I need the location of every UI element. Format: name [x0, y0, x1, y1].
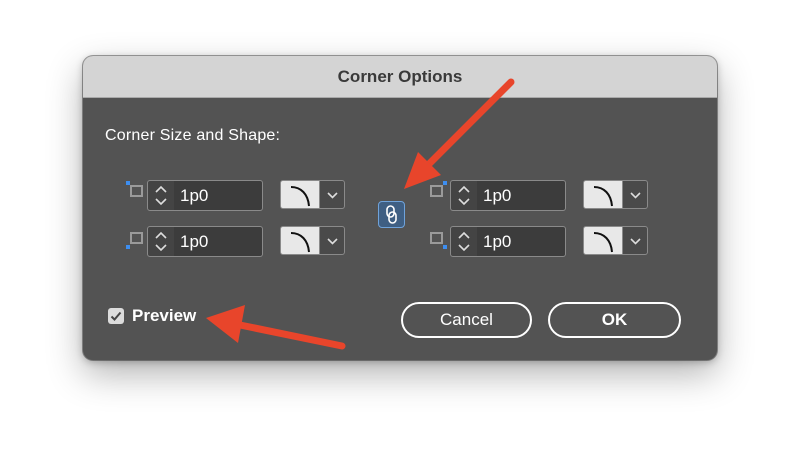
corner-options-dialog: Corner Options Corner Size and Shape: 1p… — [83, 56, 717, 360]
chevron-down-icon[interactable] — [320, 226, 345, 255]
corner-row-top-left: 1p0 — [125, 180, 357, 211]
preview-label[interactable]: Preview — [132, 306, 196, 326]
link-corners-button[interactable] — [378, 201, 405, 228]
top-right-stepper[interactable] — [450, 180, 478, 211]
bottom-left-shape-select[interactable] — [280, 226, 345, 255]
dialog-title: Corner Options — [337, 67, 463, 86]
preview-checkbox[interactable] — [108, 308, 124, 324]
title-bar: Corner Options — [83, 56, 717, 98]
bottom-left-size-input[interactable]: 1p0 — [174, 226, 263, 257]
bottom-left-stepper[interactable] — [147, 226, 175, 257]
bottom-right-size-input[interactable]: 1p0 — [477, 226, 566, 257]
corner-row-bottom-right: 1p0 — [428, 226, 660, 257]
ok-button[interactable]: OK — [548, 302, 681, 338]
checkmark-icon — [110, 311, 122, 321]
cancel-button[interactable]: Cancel — [401, 302, 532, 338]
bottom-right-corner-icon — [428, 226, 448, 257]
top-right-size-input[interactable]: 1p0 — [477, 180, 566, 211]
section-label: Corner Size and Shape: — [105, 127, 281, 144]
rounded-corner-icon — [583, 226, 623, 255]
top-right-shape-select[interactable] — [583, 180, 648, 209]
top-left-size-input[interactable]: 1p0 — [174, 180, 263, 211]
corner-row-bottom-left: 1p0 — [125, 226, 357, 257]
chevron-down-icon[interactable] — [623, 226, 648, 255]
top-right-corner-icon — [428, 180, 448, 211]
top-left-corner-icon — [125, 180, 145, 211]
bottom-left-corner-icon — [125, 226, 145, 257]
chevron-down-icon[interactable] — [623, 180, 648, 209]
rounded-corner-icon — [280, 226, 320, 255]
corner-row-top-right: 1p0 — [428, 180, 660, 211]
top-left-stepper[interactable] — [147, 180, 175, 211]
bottom-right-shape-select[interactable] — [583, 226, 648, 255]
top-left-shape-select[interactable] — [280, 180, 345, 209]
rounded-corner-icon — [280, 180, 320, 209]
rounded-corner-icon — [583, 180, 623, 209]
chevron-down-icon[interactable] — [320, 180, 345, 209]
link-chain-icon — [386, 205, 397, 224]
bottom-right-stepper[interactable] — [450, 226, 478, 257]
